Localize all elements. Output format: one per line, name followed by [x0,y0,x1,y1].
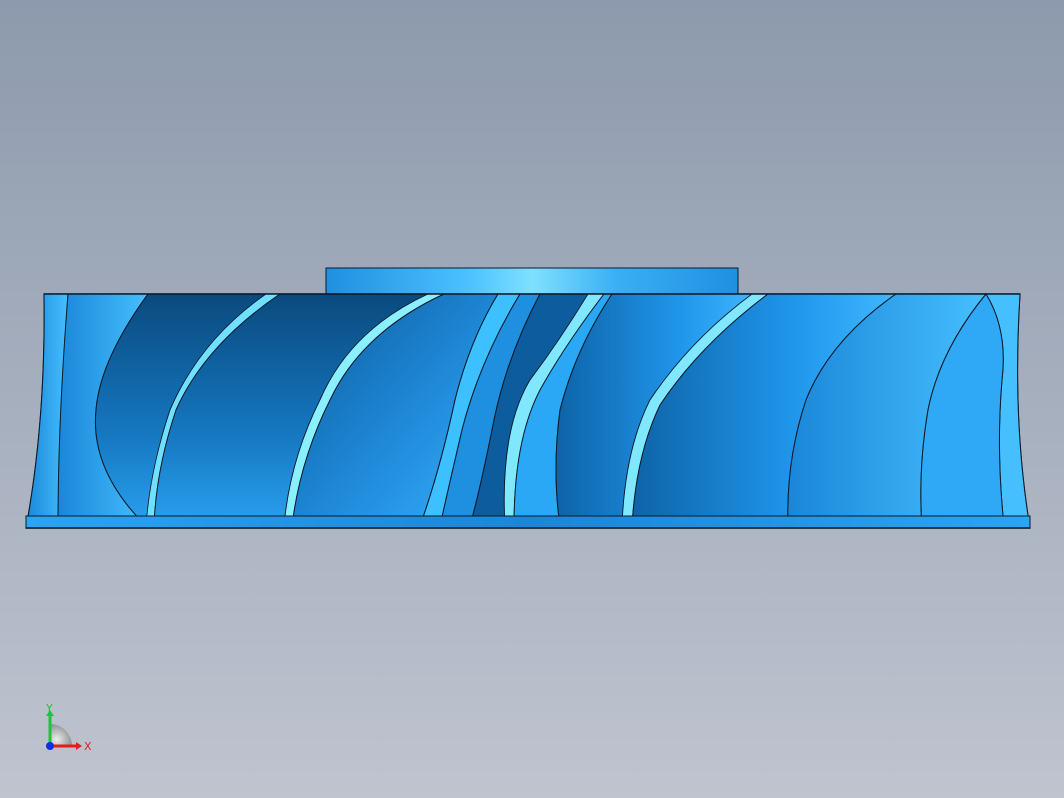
triad-origin [46,742,54,750]
x-axis-label: X [84,740,92,753]
viewport-canvas[interactable]: X Y [0,0,1064,798]
impeller-model[interactable] [25,267,1031,529]
graphics-viewport[interactable]: X Y [0,0,1064,798]
base-plate[interactable] [25,515,1031,529]
y-axis-label: Y [45,702,53,715]
hub-cylinder[interactable] [325,267,739,295]
